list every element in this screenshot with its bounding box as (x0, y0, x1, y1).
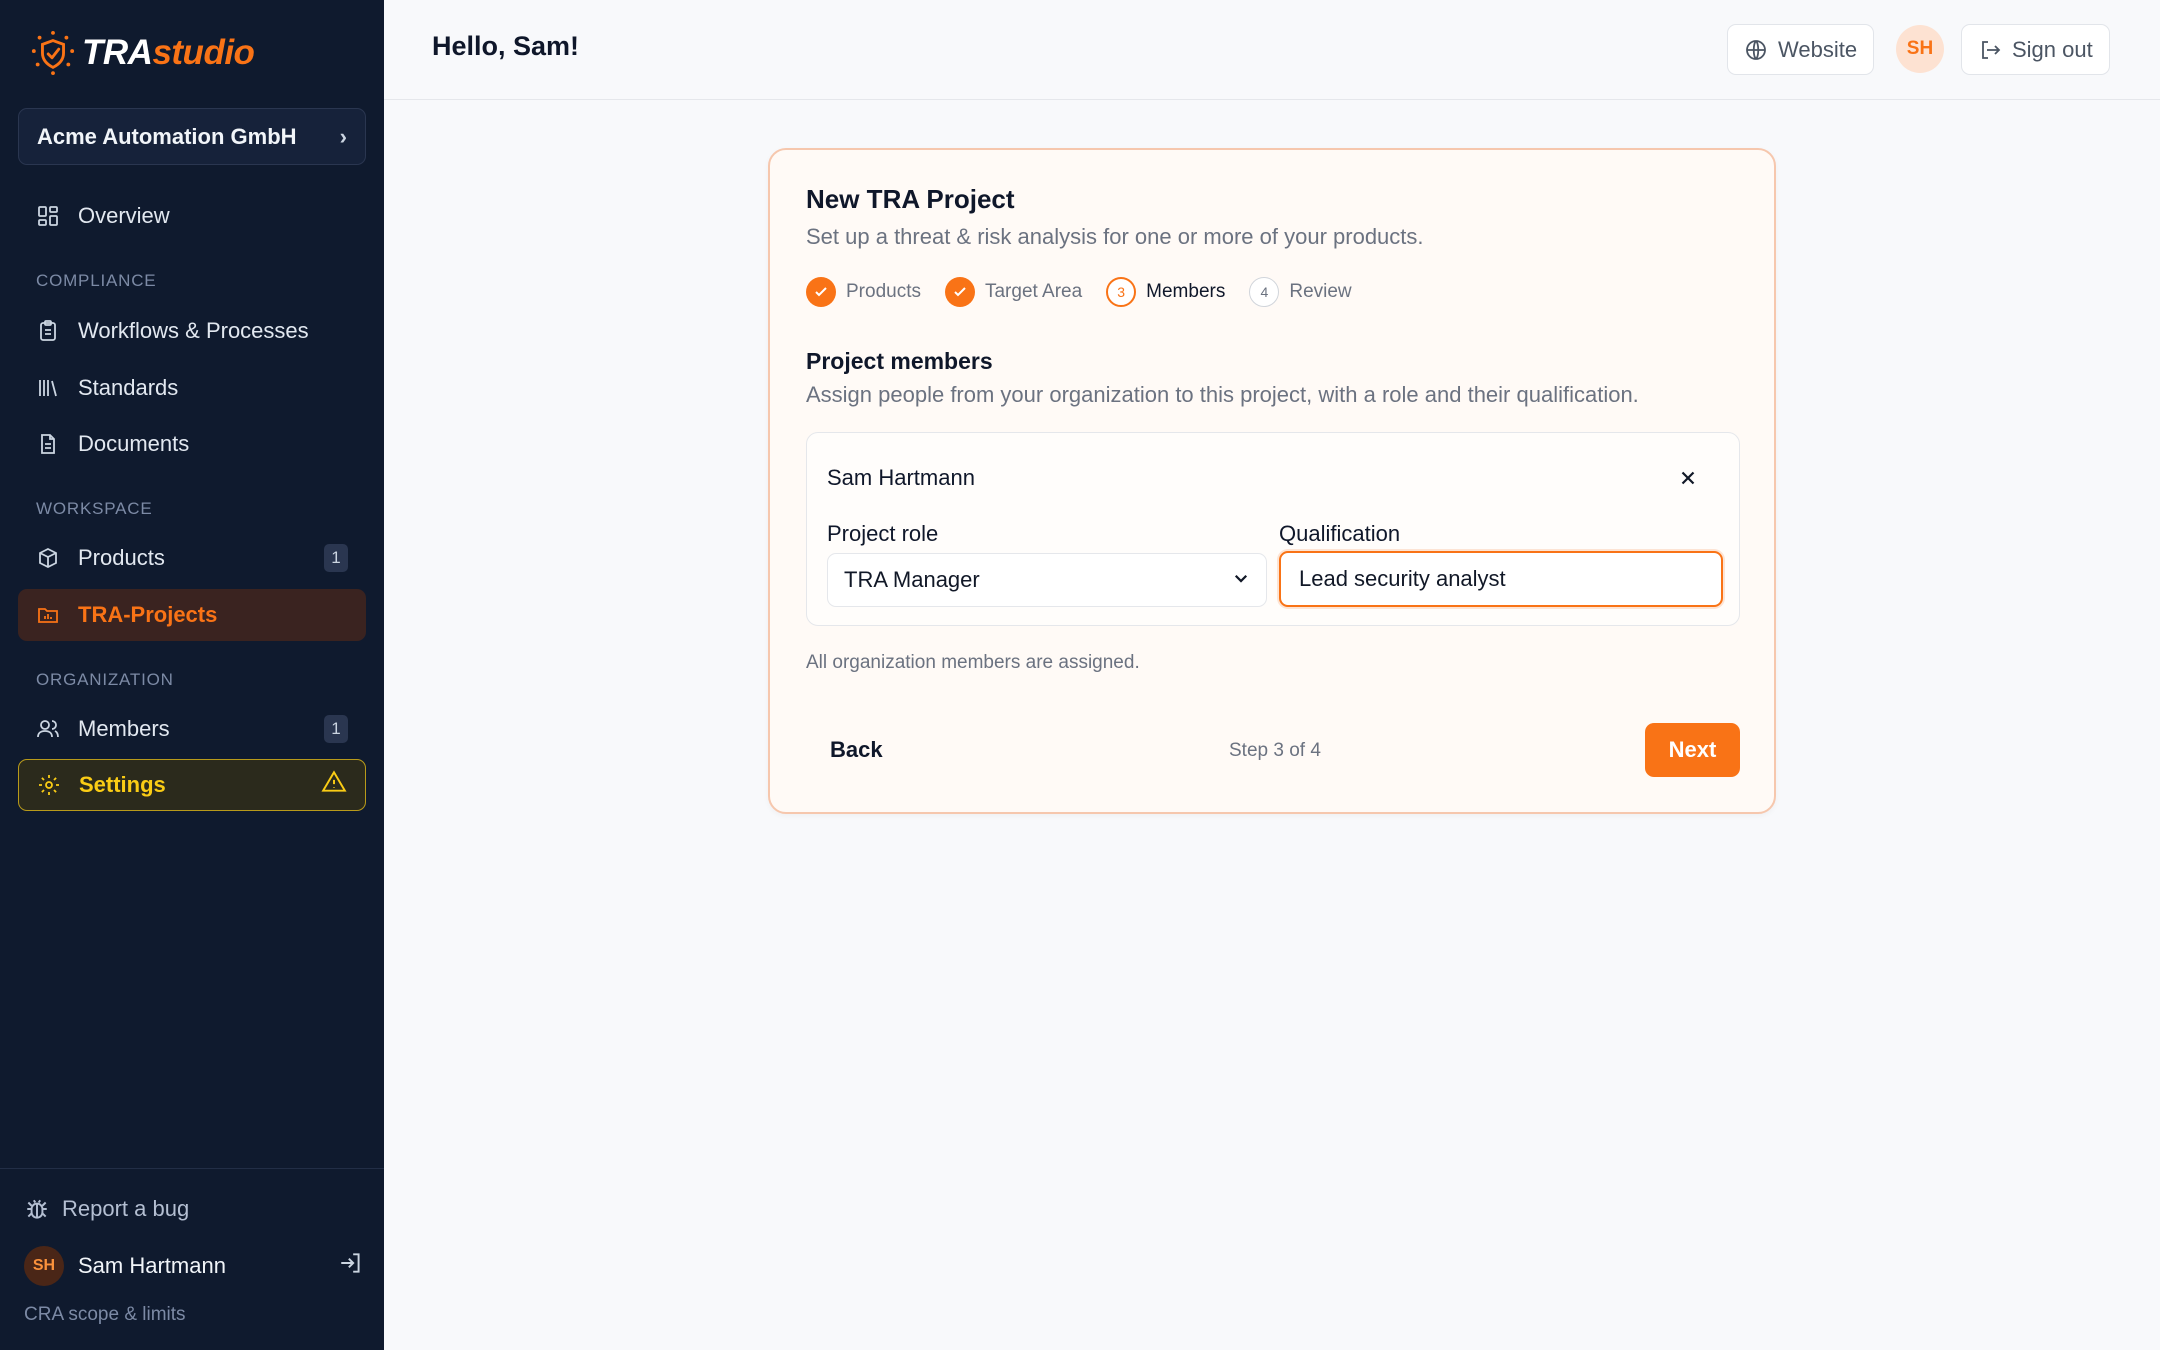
sidebar-item-members[interactable]: Members 1 (18, 703, 366, 755)
grid-icon (36, 204, 60, 228)
wizard-stepper: Products Target Area 3 Members 4 Review (806, 276, 1376, 308)
app-logo[interactable]: TRAstudio (30, 28, 255, 78)
page-greeting: Hello, Sam! (432, 31, 580, 61)
sign-out-label: Sign out (2012, 36, 2093, 62)
sidebar-footer-divider (0, 1168, 384, 1169)
project-role-label: Project role (827, 521, 939, 546)
report-bug-label: Report a bug (62, 1196, 190, 1221)
qualification-input[interactable]: Lead security analyst (1279, 551, 1723, 607)
section-title: Project members (806, 348, 993, 374)
sidebar-item-label: Settings (79, 772, 166, 797)
section-label-compliance: COMPLIANCE (36, 271, 157, 290)
next-button[interactable]: Next (1645, 723, 1740, 777)
card-title: New TRA Project (806, 184, 1015, 214)
qualification-value: Lead security analyst (1299, 566, 1506, 591)
sidebar-item-tra-projects[interactable]: TRA-Projects (18, 589, 366, 641)
logout-icon[interactable] (338, 1250, 364, 1282)
sidebar-item-settings[interactable]: Settings (18, 759, 366, 811)
step-label: Target Area (984, 281, 1083, 302)
member-name: Sam Hartmann (827, 465, 975, 490)
sidebar-item-label: Standards (78, 375, 179, 400)
project-role-select[interactable]: TRA Manager (827, 553, 1267, 607)
warning-icon (321, 769, 347, 801)
section-label-workspace: WORKSPACE (36, 499, 153, 518)
document-icon (36, 432, 60, 456)
section-label-organization: ORGANIZATION (36, 670, 174, 689)
step-number: 4 (1249, 277, 1280, 307)
step-label: Members (1146, 281, 1226, 302)
assigned-note: All organization members are assigned. (806, 652, 1140, 673)
section-subtitle: Assign people from your organization to … (806, 382, 1639, 407)
qualification-label: Qualification (1279, 521, 1401, 546)
shield-logo-icon (31, 30, 75, 76)
package-icon (36, 546, 60, 570)
step-label: Review (1289, 281, 1352, 302)
sidebar-item-label: TRA-Projects (78, 602, 218, 627)
step-target-area[interactable]: Target Area (944, 277, 1083, 307)
brand-name: TRAstudio (82, 33, 255, 72)
clipboard-list-icon (36, 319, 60, 343)
folder-chart-icon (36, 603, 60, 627)
sidebar-item-products[interactable]: Products 1 (18, 532, 366, 584)
top-header: Hello, Sam! Website SH Sign out (384, 0, 2160, 100)
sidebar: TRAstudio Acme Automation GmbH › Overvie… (0, 0, 384, 1350)
sign-out-button[interactable]: Sign out (1961, 24, 2110, 75)
chevron-right-icon: › (339, 123, 347, 149)
chevron-down-icon (1232, 567, 1250, 593)
org-name: Acme Automation GmbH (37, 123, 297, 149)
sidebar-item-label: Documents (78, 431, 190, 456)
website-button[interactable]: Website (1727, 24, 1875, 75)
check-icon (944, 277, 975, 307)
sidebar-item-label: Products (78, 545, 165, 570)
globe-icon (1746, 39, 1766, 60)
members-count-badge: 1 (324, 715, 348, 743)
sidebar-item-label: Members (78, 716, 170, 741)
sidebar-user[interactable]: SH Sam Hartmann (24, 1246, 364, 1286)
new-tra-project-card: New TRA Project Set up a threat & risk a… (768, 148, 1776, 814)
step-review[interactable]: 4 Review (1249, 277, 1352, 307)
cra-scope-link[interactable]: CRA scope & limits (24, 1304, 186, 1326)
library-icon (36, 376, 60, 400)
gear-icon (37, 773, 61, 797)
users-icon (36, 717, 60, 741)
remove-member-button[interactable] (1673, 463, 1703, 493)
products-count-badge: 1 (324, 544, 348, 572)
sidebar-item-standards[interactable]: Standards (18, 362, 366, 414)
close-icon (1681, 471, 1695, 485)
avatar: SH (24, 1246, 64, 1286)
back-button[interactable]: Back (806, 724, 907, 776)
org-switcher[interactable]: Acme Automation GmbH › (18, 108, 366, 165)
step-counter: Step 3 of 4 (1229, 740, 1321, 761)
card-subtitle: Set up a threat & risk analysis for one … (806, 224, 1424, 249)
sidebar-item-overview[interactable]: Overview (18, 190, 366, 242)
step-number: 3 (1106, 277, 1137, 307)
sidebar-item-label: Workflows & Processes (78, 318, 309, 343)
sign-out-icon (1982, 40, 2001, 59)
step-label: Products (846, 281, 921, 302)
sidebar-item-documents[interactable]: Documents (18, 418, 366, 470)
sidebar-item-label: Overview (78, 203, 170, 228)
member-row: Sam Hartmann Project role TRA Manager Qu… (806, 432, 1740, 626)
check-icon (806, 277, 836, 307)
step-products[interactable]: Products (806, 277, 921, 307)
project-role-value: TRA Manager (844, 567, 980, 592)
website-label: Website (1778, 36, 1858, 62)
report-bug-link[interactable]: Report a bug (24, 1196, 189, 1222)
step-members[interactable]: 3 Members (1106, 277, 1225, 307)
sidebar-item-workflows[interactable]: Workflows & Processes (18, 305, 366, 357)
bug-icon (27, 1199, 47, 1219)
header-avatar[interactable]: SH (1896, 25, 1944, 73)
user-name: Sam Hartmann (78, 1253, 226, 1278)
